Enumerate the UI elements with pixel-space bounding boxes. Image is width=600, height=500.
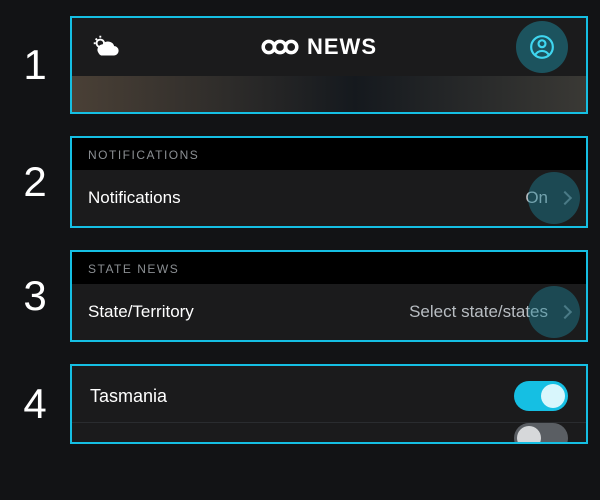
state-row-tasmania[interactable]: Tasmania [72, 370, 586, 422]
toggle-switch[interactable] [514, 423, 568, 443]
hero-image-strip [72, 76, 586, 114]
notifications-section-header: NOTIFICATIONS [72, 138, 586, 170]
step-number-2: 2 [0, 136, 70, 228]
notifications-row[interactable]: Notifications On [72, 170, 586, 226]
account-button[interactable] [516, 21, 568, 73]
state-row-next[interactable] [72, 422, 586, 442]
notifications-row-label: Notifications [88, 188, 181, 208]
state-list-panel: Tasmania [70, 364, 588, 444]
header-panel: NEWS [70, 16, 588, 114]
notifications-panel: NOTIFICATIONS Notifications On [70, 136, 588, 228]
toggle-switch[interactable] [514, 381, 568, 411]
step-number-4: 4 [0, 364, 70, 444]
state-territory-value: Select state/states [409, 302, 548, 322]
state-news-section-header: STATE NEWS [72, 252, 586, 284]
step-number-3: 3 [0, 250, 70, 342]
state-news-panel: STATE NEWS State/Territory Select state/… [70, 250, 588, 342]
chevron-right-icon [558, 305, 572, 319]
state-label: Tasmania [90, 386, 167, 407]
state-territory-row[interactable]: State/Territory Select state/states [72, 284, 586, 340]
step-number-1: 1 [0, 16, 70, 114]
abc-logo-icon [259, 37, 301, 57]
notifications-row-value: On [525, 188, 548, 208]
brand-text: NEWS [307, 34, 377, 60]
state-territory-label: State/Territory [88, 302, 194, 322]
chevron-right-icon [558, 191, 572, 205]
weather-icon[interactable] [90, 32, 120, 62]
app-brand: NEWS [259, 34, 377, 60]
